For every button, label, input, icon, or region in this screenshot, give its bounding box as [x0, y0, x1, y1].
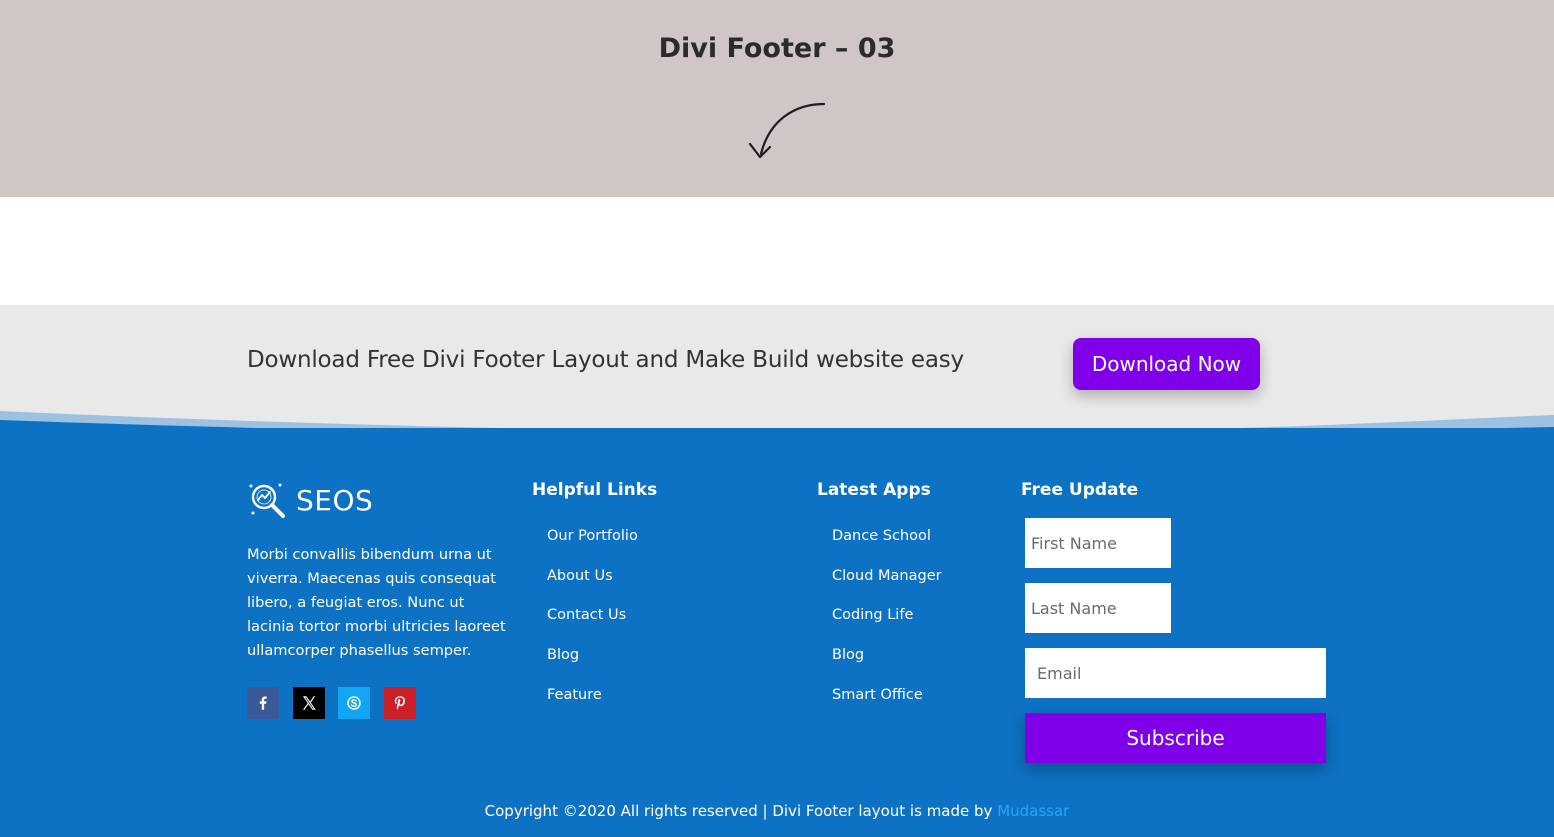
app-link-dance-school[interactable]: Dance School	[832, 528, 942, 568]
copyright: Copyright ©2020 All rights reserved | Di…	[0, 802, 1554, 820]
first-name-field[interactable]	[1025, 518, 1171, 568]
brand-logo[interactable]: SEOS	[247, 480, 373, 520]
x-icon	[302, 696, 316, 710]
last-name-field[interactable]	[1025, 583, 1171, 633]
brand-description: Morbi convallis bibendum urna ut viverra…	[247, 546, 506, 659]
author-link[interactable]: Mudassar	[997, 802, 1069, 820]
subscribe-button[interactable]: Subscribe	[1025, 713, 1326, 763]
brand-name: SEOS	[296, 483, 374, 517]
helpful-links-list: Our Portfolio About Us Contact Us Blog F…	[547, 528, 638, 726]
spacer	[0, 197, 1554, 305]
helpful-link-about-us[interactable]: About Us	[547, 568, 638, 608]
app-link-smart-office[interactable]: Smart Office	[832, 687, 942, 727]
skype-link[interactable]	[338, 687, 370, 719]
page-title: Divi Footer – 03	[658, 33, 896, 64]
app-link-coding-life[interactable]: Coding Life	[832, 607, 942, 647]
facebook-icon	[259, 696, 267, 710]
magnifier-chart-icon	[249, 483, 285, 518]
social-links	[247, 687, 429, 719]
pinterest-link[interactable]	[383, 687, 416, 719]
curved-arrow-icon	[748, 102, 826, 159]
latest-apps-list: Dance School Cloud Manager Coding Life B…	[832, 528, 942, 726]
cta-text: Download Free Divi Footer Layout and Mak…	[247, 347, 964, 373]
hero-section: Divi Footer – 03	[0, 0, 1554, 197]
free-update-title: Free Update	[1021, 480, 1139, 500]
pinterest-icon	[394, 696, 405, 710]
copyright-text: Copyright ©2020 All rights reserved | Di…	[484, 802, 998, 820]
email-field[interactable]	[1025, 648, 1326, 698]
facebook-link[interactable]	[247, 687, 279, 719]
helpful-link-contact-us[interactable]: Contact Us	[547, 607, 638, 647]
helpful-link-our-portfolio[interactable]: Our Portfolio	[547, 528, 638, 568]
app-link-cloud-manager[interactable]: Cloud Manager	[832, 568, 942, 608]
helpful-link-feature[interactable]: Feature	[547, 687, 638, 727]
x-link[interactable]	[292, 687, 325, 719]
skype-icon	[347, 696, 361, 710]
site-footer: SEOS Morbi convallis bibendum urna ut vi…	[0, 428, 1554, 837]
helpful-link-blog[interactable]: Blog	[547, 647, 638, 687]
helpful-links-title: Helpful Links	[532, 480, 658, 500]
app-link-blog[interactable]: Blog	[832, 647, 942, 687]
download-now-button[interactable]: Download Now	[1073, 338, 1260, 390]
latest-apps-title: Latest Apps	[817, 480, 931, 500]
